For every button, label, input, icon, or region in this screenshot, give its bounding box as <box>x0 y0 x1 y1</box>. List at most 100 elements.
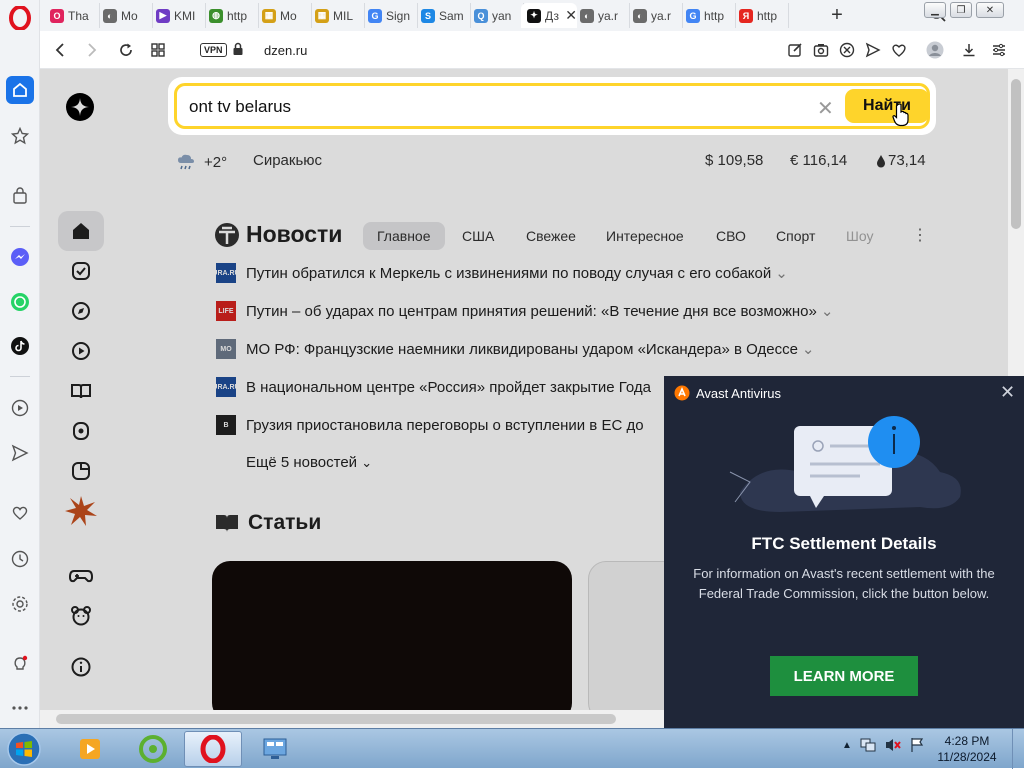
minimize-button[interactable]: ▁ <box>924 2 946 18</box>
chevron-down-icon[interactable]: ⌄ <box>802 340 815 358</box>
tips-lightbulb-icon[interactable] <box>6 650 34 678</box>
news-tab[interactable]: Главное <box>363 222 445 250</box>
browser-tab[interactable]: ◐ ya.r <box>627 3 683 28</box>
oil-rate[interactable]: 73,14 <box>876 152 926 169</box>
usd-rate[interactable]: $ 109,58 <box>705 152 763 169</box>
browser-tab[interactable]: Ghttp <box>680 3 736 28</box>
chevron-down-icon[interactable]: ⌄ <box>821 302 834 320</box>
profile-avatar-icon[interactable] <box>926 41 944 59</box>
network-icon[interactable] <box>860 737 876 753</box>
browser-tab[interactable]: O Tha <box>44 3 100 28</box>
tiktok-icon[interactable] <box>6 332 34 360</box>
shopping-bag-icon[interactable] <box>6 182 34 210</box>
bookmark-heart-icon[interactable] <box>890 41 908 59</box>
dzen-nav-info-icon[interactable] <box>58 647 104 687</box>
browser-tab[interactable]: ◐ ya.r <box>574 3 630 28</box>
opera-logo-icon[interactable] <box>8 6 32 30</box>
media-player-taskbar-icon[interactable] <box>62 731 120 767</box>
browser-tab[interactable]: ▦ MIL <box>309 3 365 28</box>
forward-arrow-icon[interactable] <box>82 40 102 60</box>
browser-tab[interactable]: ▶ KMI <box>150 3 206 28</box>
news-tab[interactable]: Интересное <box>592 222 698 250</box>
heart-icon[interactable] <box>6 499 34 527</box>
browser-tab[interactable]: ◍ http <box>203 3 259 28</box>
dzen-nav-promo-burst-icon[interactable] <box>58 491 104 531</box>
close-popup-icon[interactable]: ✕ <box>1000 382 1015 403</box>
news-item[interactable]: МО МО РФ: Французские наемники ликвидиров… <box>216 338 815 360</box>
messenger-icon[interactable] <box>6 243 34 271</box>
opera-taskbar-icon[interactable] <box>184 731 242 767</box>
news-tab[interactable]: Свежее <box>512 222 590 250</box>
action-center-flag-icon[interactable] <box>910 737 924 753</box>
history-clock-icon[interactable] <box>6 545 34 573</box>
start-button[interactable] <box>2 730 46 768</box>
home-icon[interactable] <box>6 76 34 104</box>
tab-active[interactable]: ✦ Дз ✕ <box>521 3 577 28</box>
maximize-button[interactable]: ❐ <box>950 2 972 18</box>
taskbar-clock[interactable]: 4:28 PM 11/28/2024 <box>932 733 1002 765</box>
url-field[interactable]: dzen.ru <box>264 43 307 58</box>
search-button[interactable]: Найти <box>845 89 929 123</box>
learn-more-button[interactable]: LEARN MORE <box>770 656 918 696</box>
article-card[interactable] <box>212 561 572 710</box>
volume-muted-icon[interactable] <box>884 737 902 753</box>
lock-icon[interactable] <box>232 42 244 56</box>
dzen-nav-kids-bear-icon[interactable] <box>58 596 104 636</box>
browser-tab[interactable]: ◐ Mo <box>97 3 153 28</box>
news-item[interactable]: LIFE Путин – об ударах по центрам приняти… <box>216 300 833 322</box>
dzen-nav-games-icon[interactable] <box>58 556 104 596</box>
chevron-down-icon[interactable]: ⌄ <box>775 264 788 282</box>
dzen-nav-video-icon[interactable] <box>58 331 104 371</box>
more-news-button[interactable]: Ещё 5 новостей ⌄ <box>246 454 372 471</box>
dzen-nav-subscriptions-icon[interactable] <box>58 251 104 291</box>
new-tab-button[interactable]: + <box>826 4 848 26</box>
share-send-icon[interactable] <box>864 41 882 59</box>
close-window-button[interactable]: ✕ <box>976 2 1004 18</box>
browser-tab[interactable]: Яhttp <box>733 3 789 28</box>
reload-icon[interactable] <box>116 40 136 60</box>
vpn-badge[interactable]: VPN <box>200 43 227 57</box>
browser-tab[interactable]: S Sam <box>415 3 471 28</box>
ccleaner-taskbar-icon[interactable] <box>124 731 182 767</box>
news-item[interactable]: B Грузия приостановила переговоры о вступ… <box>216 414 644 436</box>
adblock-icon[interactable] <box>838 41 856 59</box>
speed-dial-star-icon[interactable] <box>6 122 34 150</box>
news-tab[interactable]: СВО <box>702 222 760 250</box>
dzen-logo-icon[interactable] <box>66 93 94 121</box>
articles-header[interactable]: Статьи <box>214 511 321 535</box>
dzen-nav-home-icon[interactable] <box>58 211 104 251</box>
news-header[interactable]: Новости <box>214 221 342 248</box>
easy-setup-menu-icon[interactable] <box>990 41 1008 59</box>
back-arrow-icon[interactable] <box>50 40 70 60</box>
dzen-nav-shorts-icon[interactable] <box>58 451 104 491</box>
browser-tab[interactable]: ▦ Mo <box>256 3 312 28</box>
browser-tab[interactable]: Qyan <box>468 3 524 28</box>
news-tabs-more-icon[interactable]: ⋮ <box>912 225 928 245</box>
tray-expand-icon[interactable]: ▲ <box>842 740 852 751</box>
player-icon[interactable] <box>6 394 34 422</box>
browser-tab[interactable]: G Sign <box>362 3 418 28</box>
news-item[interactable]: URA.RU В национальном центре «Россия» про… <box>212 376 651 398</box>
control-panel-taskbar-icon[interactable] <box>246 731 304 767</box>
dzen-nav-podcasts-icon[interactable] <box>58 411 104 451</box>
send-icon[interactable] <box>6 439 34 467</box>
camera-snapshot-icon[interactable] <box>812 41 830 59</box>
city-name[interactable]: Сиракьюс <box>253 152 322 169</box>
dzen-nav-articles-icon[interactable] <box>58 371 104 411</box>
horizontal-scrollbar[interactable] <box>40 710 664 728</box>
clear-search-icon[interactable]: ✕ <box>817 96 834 121</box>
dzen-nav-explore-icon[interactable] <box>58 291 104 331</box>
tab-grid-icon[interactable] <box>148 40 168 60</box>
settings-gear-icon[interactable] <box>6 590 34 618</box>
download-icon[interactable] <box>960 41 978 59</box>
news-item[interactable]: URA.RU Путин обратился к Меркель с извине… <box>212 262 788 284</box>
show-desktop-button[interactable] <box>1012 729 1024 769</box>
news-tab[interactable]: США <box>448 222 508 250</box>
news-tab[interactable]: Спорт <box>762 222 829 250</box>
news-tab[interactable]: Шоу <box>832 222 887 250</box>
whatsapp-icon[interactable] <box>6 288 34 316</box>
more-dots-icon[interactable] <box>6 694 34 722</box>
eur-rate[interactable]: € 116,14 <box>790 152 847 169</box>
weather-widget[interactable]: +2° <box>176 151 227 173</box>
search-input[interactable] <box>189 97 749 117</box>
